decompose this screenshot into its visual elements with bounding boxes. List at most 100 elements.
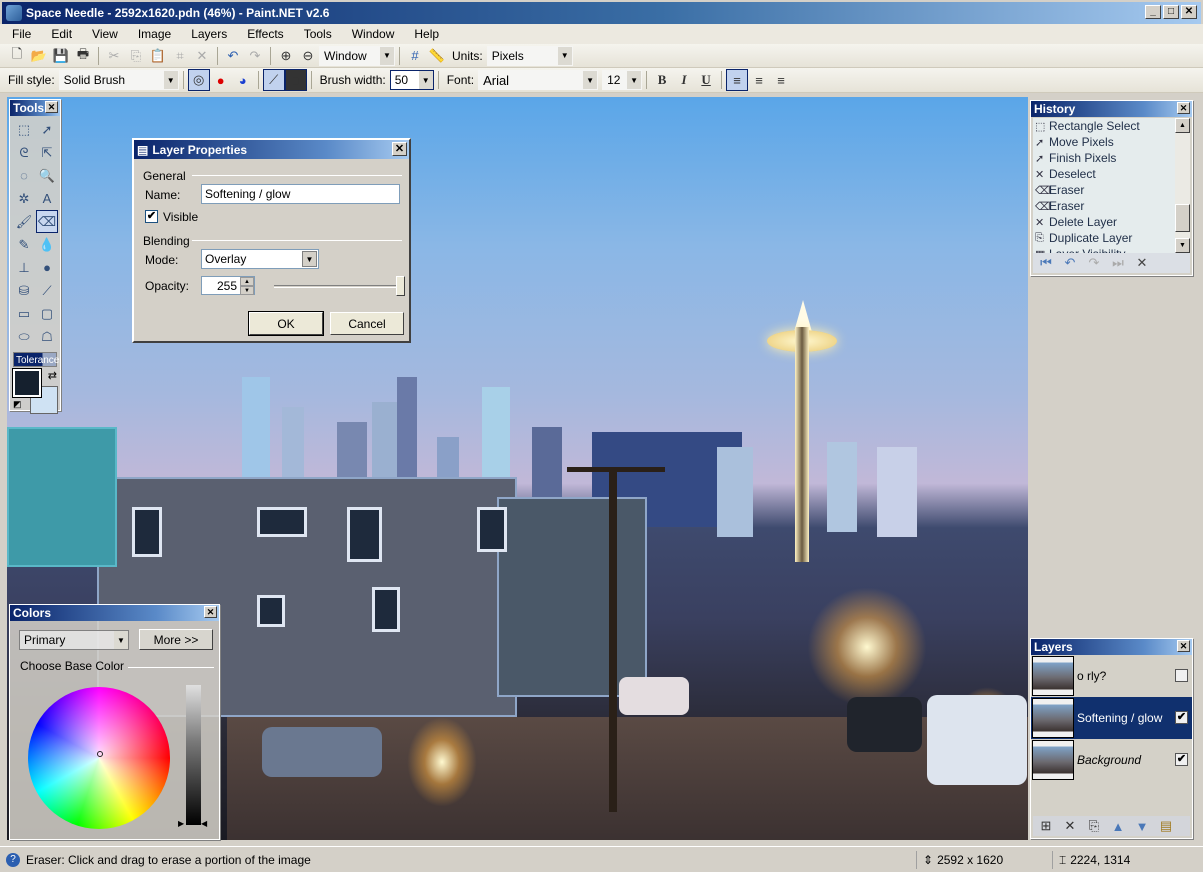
history-item[interactable]: ✕ Delete Layer [1033, 214, 1179, 230]
magic-wand-tool[interactable]: ✲ [13, 187, 35, 210]
layer-row[interactable]: Softening / glow ✔ [1031, 697, 1192, 739]
menu-layers[interactable]: Layers [191, 27, 227, 41]
units-select[interactable]: Pixels ▼ [486, 45, 573, 66]
history-item[interactable]: ⌫ Eraser [1033, 198, 1179, 214]
history-item[interactable]: ⌫ Eraser [1033, 182, 1179, 198]
paint-bucket-tool[interactable]: ⛁ [13, 279, 35, 302]
rulers-icon[interactable]: 📏 [426, 45, 448, 67]
new-icon[interactable]: 🗋 [6, 45, 28, 67]
freeform-shape-tool[interactable]: ☖ [36, 325, 58, 348]
color-target-select[interactable]: Primary ▼ [19, 630, 129, 650]
move-layer-down-icon[interactable]: ▼ [1133, 819, 1151, 834]
history-item[interactable]: ▦Layer Visibility [1033, 246, 1179, 253]
zoom-tool[interactable]: 🔍 [36, 164, 58, 187]
maximize-button[interactable]: □ [1163, 5, 1179, 19]
cut-icon[interactable]: ✂ [103, 45, 125, 67]
font-select[interactable]: Arial ▼ [478, 70, 599, 90]
zoom-in-icon[interactable]: ⊕ [275, 45, 297, 67]
tolerance-slider[interactable]: Tolerance [13, 352, 59, 367]
add-layer-icon[interactable]: ⊞ [1037, 818, 1055, 834]
open-icon[interactable]: 📂 [28, 45, 50, 67]
move-layer-up-icon[interactable]: ▲ [1109, 819, 1127, 834]
grid-icon[interactable]: # [404, 45, 426, 67]
layer-row[interactable]: Background ✔ [1031, 739, 1192, 781]
spin-up-icon[interactable]: ▲ [240, 277, 254, 286]
layer-name-input[interactable]: Softening / glow [201, 184, 400, 204]
layer-visibility-checkbox[interactable]: ✔ [1175, 753, 1188, 766]
move-selected-tool[interactable]: ⇱ [36, 141, 58, 164]
fast-forward-icon[interactable]: ⏭ [1109, 255, 1127, 271]
visible-checkbox[interactable]: ✔ [145, 210, 158, 223]
ok-button[interactable]: OK [248, 311, 324, 336]
draw-filled-outline-icon[interactable]: ◕ [232, 69, 254, 91]
paste-icon[interactable]: 📋 [147, 45, 169, 67]
tools-panel-title[interactable]: Tools ✕ [10, 100, 60, 116]
move-selection-tool[interactable]: ➚ [36, 118, 58, 141]
undo-icon[interactable]: ↶ [1061, 255, 1079, 271]
line-curve-tool[interactable]: ⟋ [36, 279, 58, 302]
history-item[interactable]: ⎘ Duplicate Layer [1033, 230, 1179, 246]
color-picker-tool[interactable]: 💧 [36, 233, 58, 256]
swap-colors-icon[interactable]: ⇄ [48, 369, 57, 382]
close-icon[interactable]: ✕ [392, 142, 407, 156]
save-icon[interactable]: 💾 [50, 45, 72, 67]
rectangle-select-tool[interactable]: ⬚ [13, 118, 35, 141]
eraser-tool[interactable]: ⌫ [36, 210, 58, 233]
deselect-icon[interactable]: ✕ [191, 45, 213, 67]
draw-shape-outline-icon[interactable]: ◎ [187, 69, 210, 91]
print-icon[interactable]: 🖶 [72, 45, 94, 67]
ellipse-tool[interactable]: ⬭ [13, 325, 35, 348]
history-item[interactable]: ✕ Deselect [1033, 166, 1179, 182]
paintbrush-tool[interactable]: 🖌 [13, 210, 35, 233]
pencil-tool[interactable]: ✎ [13, 233, 35, 256]
color-wheel-cursor[interactable] [97, 751, 103, 757]
crop-to-selection-icon[interactable]: ⌗ [169, 45, 191, 67]
history-item[interactable]: ⬚ Rectangle Select [1033, 118, 1179, 134]
slider-right-arrow-icon[interactable]: ◀ [201, 819, 207, 828]
delete-layer-icon[interactable]: ✕ [1061, 818, 1079, 834]
antialiasing-on-icon[interactable]: ⟋ [262, 69, 285, 91]
layer-visibility-checkbox[interactable]: ✔ [1175, 711, 1188, 724]
reset-colors-icon[interactable]: ◩ [13, 399, 22, 410]
close-icon[interactable]: ✕ [1177, 102, 1190, 114]
alpha-blending-icon[interactable]: ■ [284, 69, 307, 91]
minimize-button[interactable]: _ [1145, 5, 1161, 19]
undo-icon[interactable]: ↶ [222, 45, 244, 67]
history-item[interactable]: ➚ Finish Pixels [1033, 150, 1179, 166]
brush-width-input[interactable]: 50 ▼ [389, 70, 434, 90]
align-left-button[interactable]: ≡ [726, 69, 749, 91]
history-scrollbar[interactable]: ▲ ▼ [1175, 118, 1190, 253]
copy-icon[interactable]: ⎘ [125, 45, 147, 67]
layers-panel-title[interactable]: Layers ✕ [1031, 639, 1192, 655]
menu-help[interactable]: Help [414, 27, 439, 41]
menu-file[interactable]: File [12, 27, 31, 41]
redo-icon[interactable]: ↷ [244, 45, 266, 67]
value-slider[interactable] [186, 685, 201, 825]
spin-down-icon[interactable]: ▼ [240, 286, 254, 295]
history-panel-title[interactable]: History ✕ [1031, 101, 1192, 117]
scroll-up-icon[interactable]: ▲ [1175, 118, 1190, 133]
menu-view[interactable]: View [92, 27, 118, 41]
redo-icon[interactable]: ↷ [1085, 255, 1103, 271]
color-wheel[interactable] [28, 687, 170, 829]
draw-filled-shape-icon[interactable]: ● [210, 69, 232, 91]
menu-window[interactable]: Window [352, 27, 395, 41]
ellipse-select-tool[interactable]: ◌ [13, 164, 35, 187]
align-right-button[interactable]: ≡ [770, 69, 792, 91]
slider-left-arrow-icon[interactable]: ▶ [178, 819, 184, 828]
close-button[interactable]: ✕ [1181, 5, 1197, 19]
align-center-button[interactable]: ≡ [748, 69, 770, 91]
opacity-slider-thumb[interactable] [396, 276, 405, 296]
history-item[interactable]: ➚ Move Pixels [1033, 134, 1179, 150]
opacity-spinner[interactable]: ▲ ▼ [240, 277, 254, 295]
menu-effects[interactable]: Effects [247, 27, 283, 41]
layer-visibility-checkbox[interactable] [1175, 669, 1188, 682]
italic-button[interactable]: I [673, 69, 695, 91]
scroll-thumb[interactable] [1175, 204, 1190, 232]
cancel-button[interactable]: Cancel [330, 312, 404, 335]
dialog-title-bar[interactable]: ▤ Layer Properties ✕ [134, 140, 409, 159]
fill-style-select[interactable]: Solid Brush ▼ [58, 70, 179, 90]
menu-edit[interactable]: Edit [51, 27, 72, 41]
layer-row[interactable]: o rly? [1031, 655, 1192, 697]
menu-image[interactable]: Image [138, 27, 171, 41]
